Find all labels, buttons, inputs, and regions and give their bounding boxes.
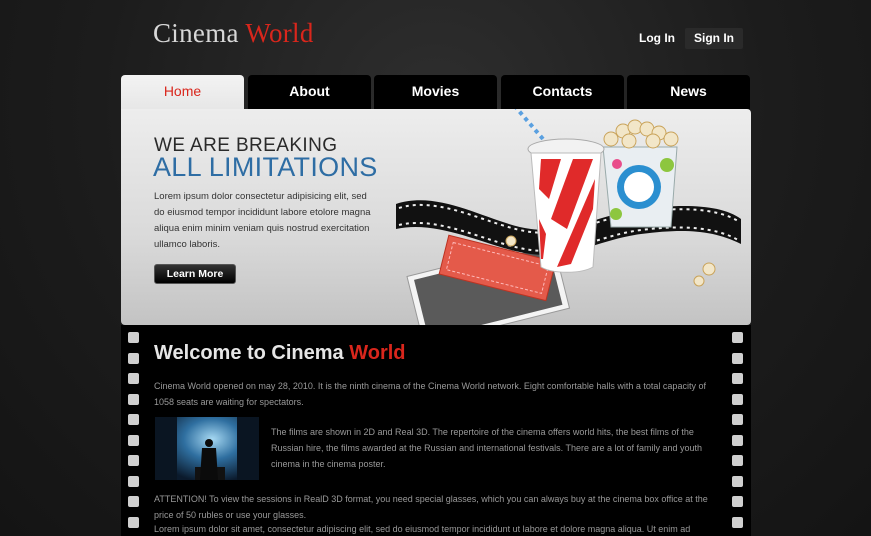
tab-home[interactable]: Home <box>121 75 244 111</box>
film-hole <box>128 414 139 425</box>
film-hole <box>128 373 139 384</box>
logo-accent-text: World <box>245 18 314 48</box>
film-hole <box>128 393 139 405</box>
welcome-heading-main: Welcome to Cinema <box>154 342 350 364</box>
film-hole <box>732 516 743 528</box>
welcome-heading-accent: World <box>349 342 406 364</box>
film-hole <box>732 393 743 405</box>
attention-paragraph: ATTENTION! To view the sessions in RealD… <box>154 494 708 520</box>
popcorn-bucket-image <box>602 119 679 228</box>
tab-movies[interactable]: Movies <box>374 75 497 109</box>
film-hole <box>128 516 139 528</box>
tab-news[interactable]: News <box>627 75 750 109</box>
learn-more-button[interactable]: Learn More <box>154 264 236 284</box>
film-hole <box>732 352 743 364</box>
hero-banner: WE ARE BREAKING ALL LIMITATIONS Lorem ip… <box>121 109 751 325</box>
movie-thumbnail-image <box>155 417 259 480</box>
login-link[interactable]: Log In <box>630 28 684 49</box>
films-paragraph: The films are shown in 2D and Real 3D. T… <box>271 427 703 469</box>
hero-title-line2: ALL LIMITATIONS <box>153 152 378 182</box>
film-hole <box>128 332 139 343</box>
film-hole <box>128 455 139 466</box>
logo-main-text: Cinema <box>153 18 239 48</box>
site-logo[interactable]: Cinema World <box>153 18 314 49</box>
intro-paragraph: Cinema World opened on may 28, 2010. It … <box>154 381 706 407</box>
welcome-heading: Welcome to Cinema World <box>154 342 406 365</box>
film-hole <box>128 496 139 507</box>
film-hole <box>732 434 743 446</box>
film-hole <box>128 475 139 487</box>
film-hole <box>732 373 743 384</box>
film-hole <box>732 455 743 466</box>
hero-text: Lorem ipsum dolor consectetur adipisicin… <box>154 191 371 250</box>
film-hole <box>128 434 139 446</box>
main-content: Welcome to Cinema World Cinema World ope… <box>121 325 751 536</box>
film-hole <box>732 475 743 487</box>
cinema-snacks-illustration <box>396 109 741 325</box>
lorem-paragraph: Lorem ipsum dolor sit amet, consectetur … <box>154 524 691 534</box>
film-hole <box>732 414 743 425</box>
tab-contacts[interactable]: Contacts <box>501 75 624 109</box>
signin-link[interactable]: Sign In <box>685 28 743 49</box>
tab-about[interactable]: About <box>248 75 371 109</box>
film-hole <box>732 332 743 343</box>
main-nav: Home About Movies Contacts News <box>121 75 751 111</box>
film-hole <box>128 352 139 364</box>
film-hole <box>732 496 743 507</box>
